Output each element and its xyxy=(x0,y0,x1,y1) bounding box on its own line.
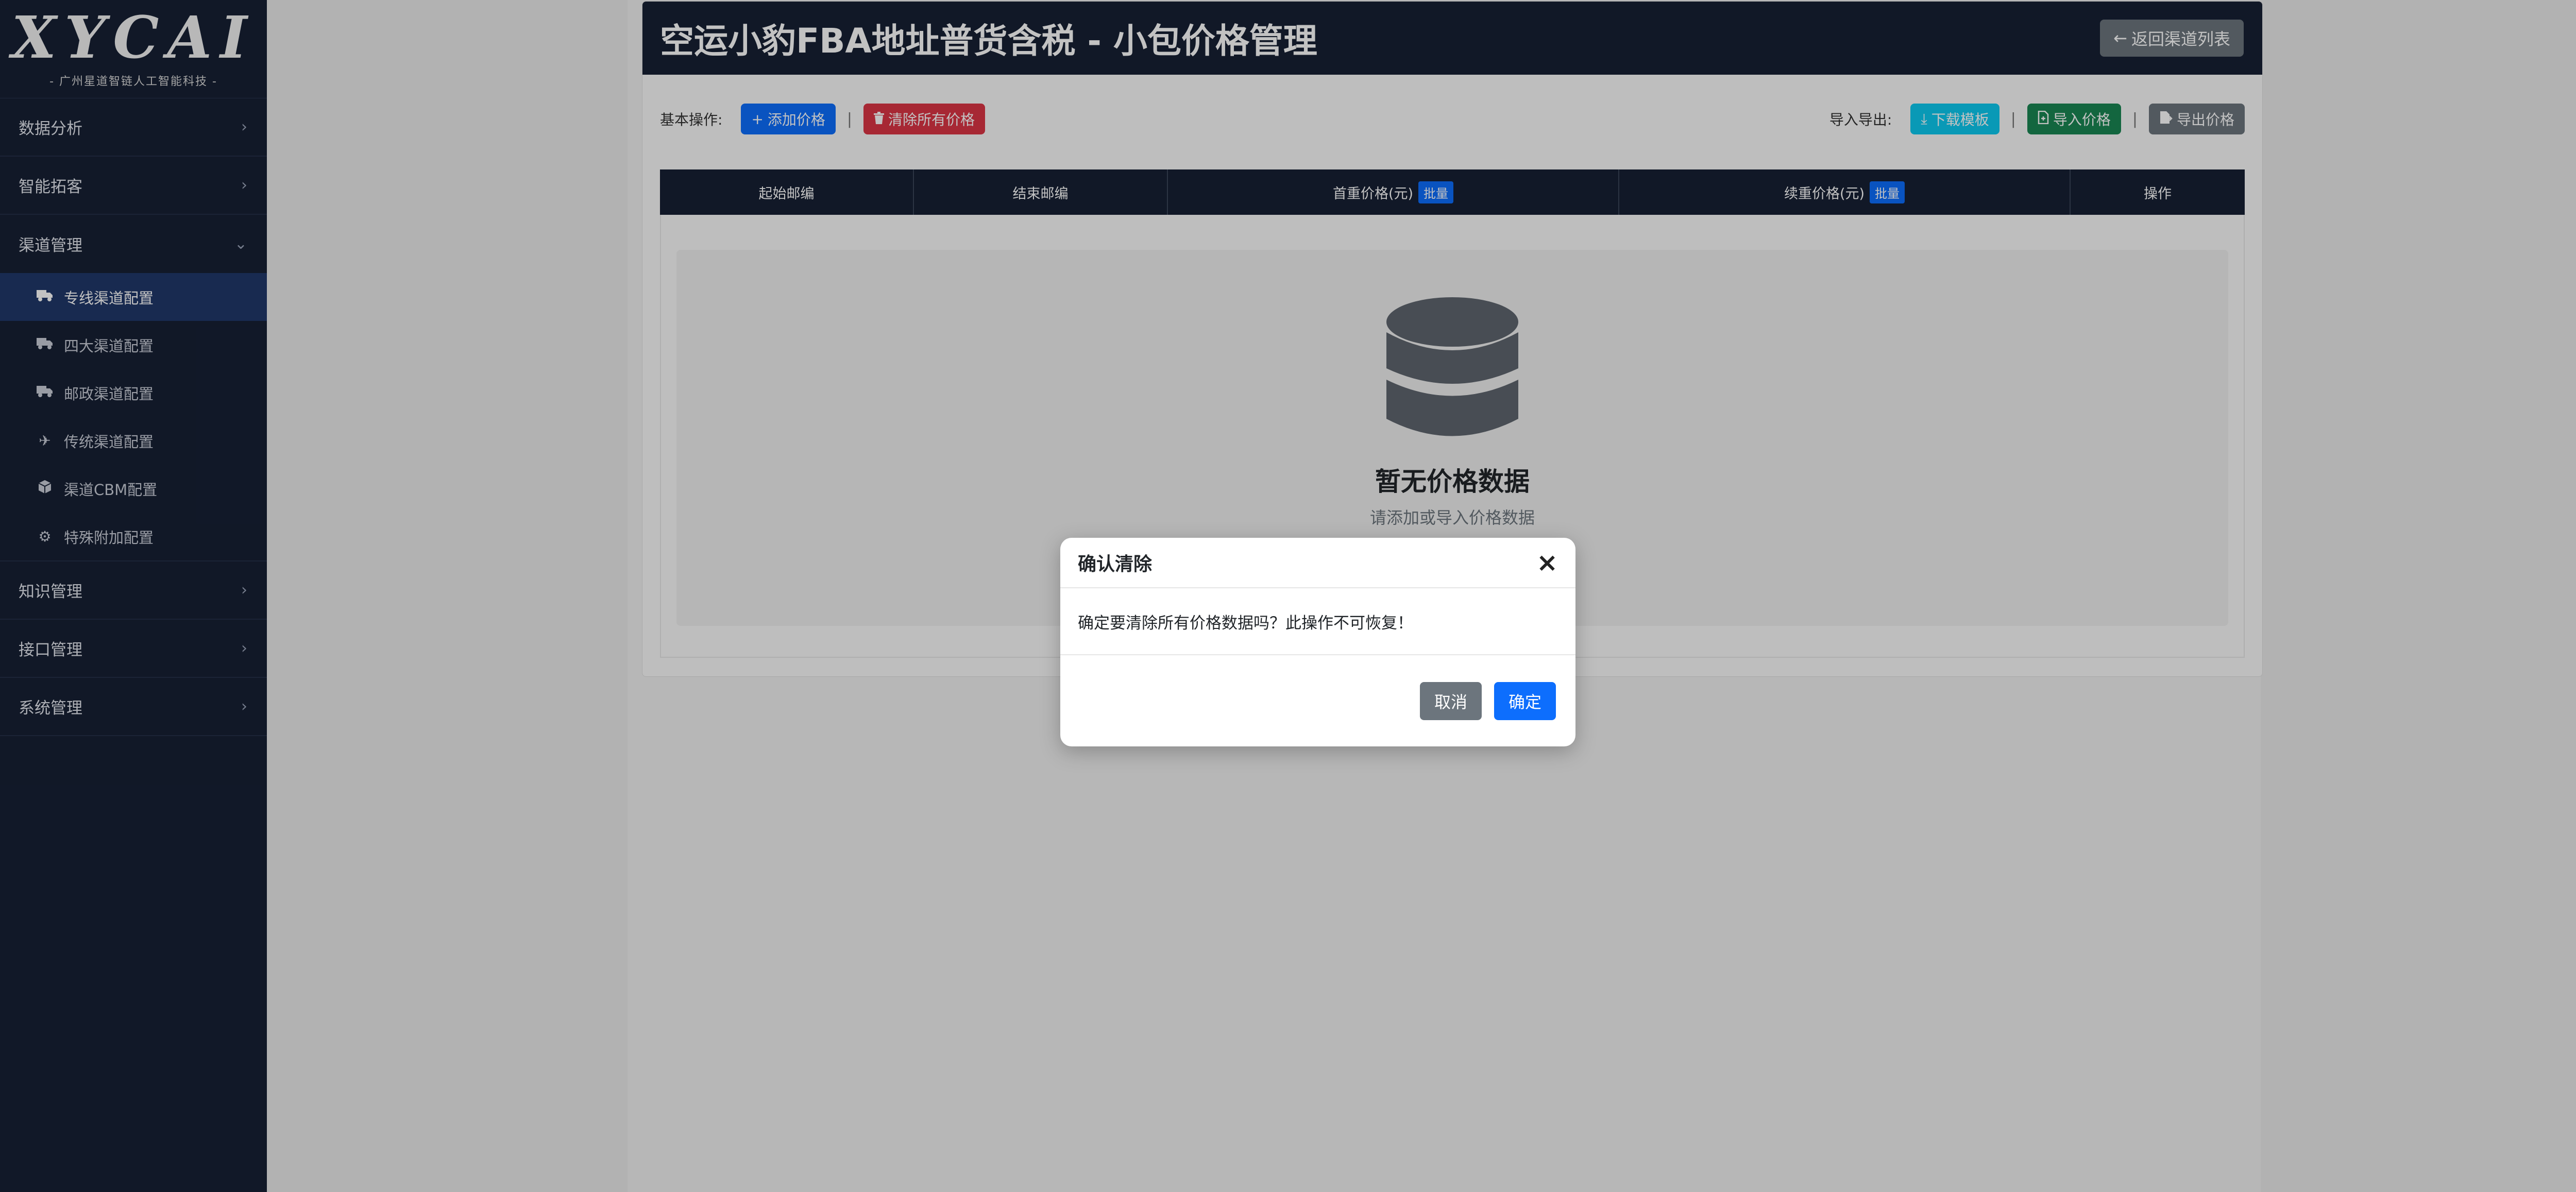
close-icon[interactable]: × xyxy=(1536,550,1558,575)
cancel-button[interactable]: 取消 xyxy=(1419,682,1482,720)
modal-header: 确认清除 × xyxy=(1060,538,1575,588)
modal-footer: 取消 确定 xyxy=(1060,655,1575,746)
confirm-button[interactable]: 确定 xyxy=(1494,682,1556,720)
confirm-clear-dialog: 确认清除 × 确定要清除所有价格数据吗？此操作不可恢复！ 取消 确定 xyxy=(1060,538,1575,746)
modal-title: 确认清除 xyxy=(1078,554,1153,575)
modal-message: 确定要清除所有价格数据吗？此操作不可恢复！ xyxy=(1078,614,1413,633)
modal-body: 确定要清除所有价格数据吗？此操作不可恢复！ xyxy=(1060,588,1575,655)
